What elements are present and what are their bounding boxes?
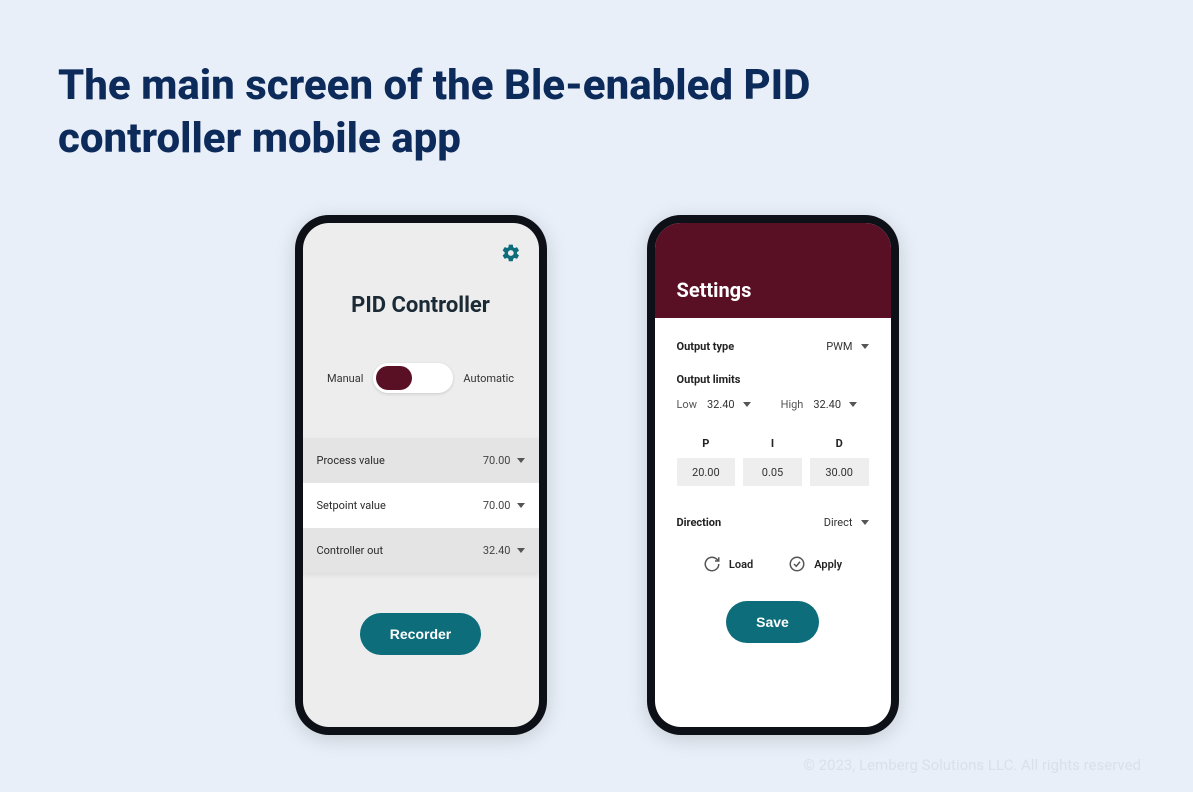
chevron-down-icon <box>743 402 751 407</box>
reload-icon <box>703 555 721 573</box>
apply-label: Apply <box>814 558 842 571</box>
mode-toggle-group: Manual Automatic <box>303 363 539 393</box>
setpoint-value-select[interactable]: 70.00 <box>483 499 525 512</box>
process-value-label: Process value <box>317 454 385 467</box>
output-type-select[interactable]: PWM <box>826 340 868 353</box>
high-value: 32.40 <box>813 398 841 411</box>
low-value: 32.40 <box>707 398 735 411</box>
phone-1-screen: PID Controller Manual Automatic Process … <box>303 223 539 727</box>
chevron-down-icon <box>517 503 525 508</box>
pid-i-input[interactable]: 0.05 <box>743 458 802 486</box>
controller-out-label: Controller out <box>317 544 384 557</box>
footer-credit: © 2023, Lemberg Solutions LLC. All right… <box>803 756 1141 774</box>
chevron-down-icon <box>861 344 869 349</box>
settings-gear-icon[interactable] <box>501 243 521 267</box>
setpoint-value: 70.00 <box>483 499 511 512</box>
phone-2: Settings Output type PWM Output limits L… <box>647 215 899 735</box>
output-type-row: Output type PWM <box>677 340 869 353</box>
app-title: PID Controller <box>303 223 539 318</box>
low-select[interactable]: 32.40 <box>707 398 751 411</box>
phone-2-screen: Settings Output type PWM Output limits L… <box>655 223 891 727</box>
direction-row: Direction Direct <box>677 516 869 529</box>
output-type-label: Output type <box>677 340 735 353</box>
process-value: 70.00 <box>483 454 511 467</box>
direction-value: Direct <box>824 516 853 529</box>
phone-mockups: PID Controller Manual Automatic Process … <box>0 215 1193 735</box>
pid-d-label: D <box>810 437 869 450</box>
apply-button[interactable]: Apply <box>788 555 842 573</box>
controller-out-select[interactable]: 32.40 <box>483 544 525 557</box>
load-button[interactable]: Load <box>703 555 753 573</box>
chevron-down-icon <box>517 548 525 553</box>
low-limit: Low 32.40 <box>677 398 751 411</box>
high-label: High <box>781 398 804 411</box>
mode-label-manual: Manual <box>327 372 363 385</box>
pid-p-col: P 20.00 <box>677 437 736 486</box>
output-limits-label: Output limits <box>677 373 869 386</box>
recorder-button[interactable]: Recorder <box>360 613 481 655</box>
action-row: Load Apply <box>677 555 869 573</box>
chevron-down-icon <box>517 458 525 463</box>
check-circle-icon <box>788 555 806 573</box>
value-rows: Process value 70.00 Setpoint value 70.00… <box>303 438 539 573</box>
controller-out-row: Controller out 32.40 <box>303 528 539 573</box>
save-button[interactable]: Save <box>726 601 819 643</box>
process-value-select[interactable]: 70.00 <box>483 454 525 467</box>
pid-d-input[interactable]: 30.00 <box>810 458 869 486</box>
chevron-down-icon <box>861 520 869 525</box>
direction-select[interactable]: Direct <box>824 516 869 529</box>
pid-p-label: P <box>677 437 736 450</box>
setpoint-value-label: Setpoint value <box>317 499 386 512</box>
output-limits-row: Low 32.40 High 32.40 <box>677 398 869 411</box>
setpoint-value-row: Setpoint value 70.00 <box>303 483 539 528</box>
settings-body: Output type PWM Output limits Low 32.40 <box>655 318 891 643</box>
controller-out-value: 32.40 <box>483 544 511 557</box>
pid-i-label: I <box>743 437 802 450</box>
load-label: Load <box>729 558 753 571</box>
direction-label: Direction <box>677 516 722 529</box>
mode-toggle[interactable] <box>373 363 453 393</box>
pid-row: P 20.00 I 0.05 D 30.00 <box>677 437 869 486</box>
pid-d-col: D 30.00 <box>810 437 869 486</box>
low-label: Low <box>677 398 697 411</box>
pid-i-col: I 0.05 <box>743 437 802 486</box>
mode-label-automatic: Automatic <box>463 372 514 385</box>
pid-p-input[interactable]: 20.00 <box>677 458 736 486</box>
toggle-knob <box>376 366 412 390</box>
output-type-value: PWM <box>826 340 852 353</box>
process-value-row: Process value 70.00 <box>303 438 539 483</box>
high-select[interactable]: 32.40 <box>813 398 857 411</box>
settings-header: Settings <box>655 223 891 318</box>
high-limit: High 32.40 <box>781 398 857 411</box>
page-title: The main screen of the Ble-enabled PID c… <box>58 60 958 165</box>
phone-1: PID Controller Manual Automatic Process … <box>295 215 547 735</box>
chevron-down-icon <box>849 402 857 407</box>
